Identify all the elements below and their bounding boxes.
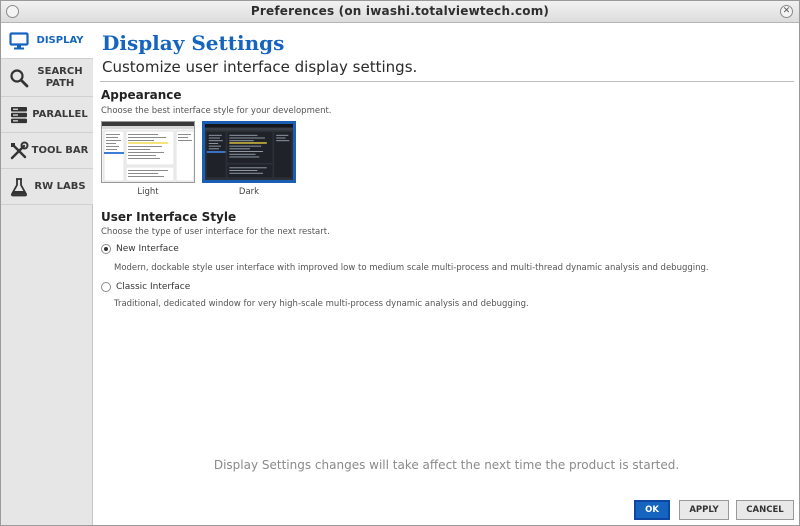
ui-style-heading: User Interface Style	[101, 210, 237, 224]
sidebar-item-label: TOOL BAR	[31, 144, 89, 156]
sidebar-item-rw-labs[interactable]: RW LABS	[1, 169, 93, 205]
appearance-description: Choose the best interface style for your…	[101, 106, 332, 116]
sidebar-item-label: PARALLEL	[32, 108, 88, 120]
appearance-heading: Appearance	[101, 88, 182, 102]
title-bar: Preferences (on iwashi.totalviewtech.com…	[1, 1, 799, 23]
classic-interface-radio[interactable]	[101, 282, 111, 292]
theme-light-option[interactable]: Light	[101, 121, 195, 197]
monitor-icon	[9, 32, 29, 50]
sidebar-item-label: RW LABS	[34, 180, 86, 192]
page-title: Display Settings	[102, 31, 285, 55]
new-interface-description: Modern, dockable style user interface wi…	[114, 263, 709, 273]
sidebar-item-tool-bar[interactable]: TOOL BAR	[1, 133, 93, 169]
server-stack-icon	[11, 107, 27, 124]
window-title: Preferences (on iwashi.totalviewtech.com…	[250, 4, 550, 18]
preferences-window: Preferences (on iwashi.totalviewtech.com…	[0, 0, 800, 526]
sidebar-item-label: DISPLAY	[36, 34, 84, 46]
new-interface-radio-option[interactable]: New Interface	[101, 244, 179, 254]
flask-icon	[10, 178, 28, 197]
divider	[100, 81, 794, 82]
sidebar-item-display[interactable]: DISPLAY	[1, 23, 93, 59]
sidebar-item-label: SEARCH	[37, 65, 83, 77]
sidebar: DISPLAY SEARCH PATH PARALLEL TOOL BAR RW…	[1, 23, 93, 525]
theme-light-label: Light	[137, 187, 159, 197]
ui-style-description: Choose the type of user interface for th…	[101, 227, 330, 237]
settings-panel: Display Settings Customize user interfac…	[94, 23, 799, 525]
ok-button[interactable]: OK	[634, 500, 670, 520]
classic-interface-label: Classic Interface	[116, 282, 191, 292]
theme-dark-option[interactable]: Dark	[202, 121, 296, 197]
magnifier-icon	[10, 69, 29, 88]
tools-icon	[10, 141, 29, 160]
theme-dark-label: Dark	[238, 187, 260, 197]
restart-notice: Display Settings changes will take affec…	[213, 458, 680, 472]
close-icon[interactable]: ✕	[780, 5, 793, 18]
sidebar-item-search-path[interactable]: SEARCH PATH	[1, 59, 93, 97]
sidebar-item-parallel[interactable]: PARALLEL	[1, 97, 93, 133]
cancel-button[interactable]: CANCEL	[736, 500, 794, 520]
classic-interface-description: Traditional, dedicated window for very h…	[114, 299, 529, 309]
apply-button[interactable]: APPLY	[679, 500, 729, 520]
dark-theme-thumbnail	[202, 121, 296, 183]
new-interface-label: New Interface	[116, 244, 179, 254]
sidebar-item-label: PATH	[45, 77, 75, 89]
new-interface-radio[interactable]	[101, 244, 111, 254]
page-subtitle: Customize user interface display setting…	[102, 58, 418, 76]
light-theme-thumbnail	[101, 121, 195, 183]
classic-interface-radio-option[interactable]: Classic Interface	[101, 282, 190, 292]
